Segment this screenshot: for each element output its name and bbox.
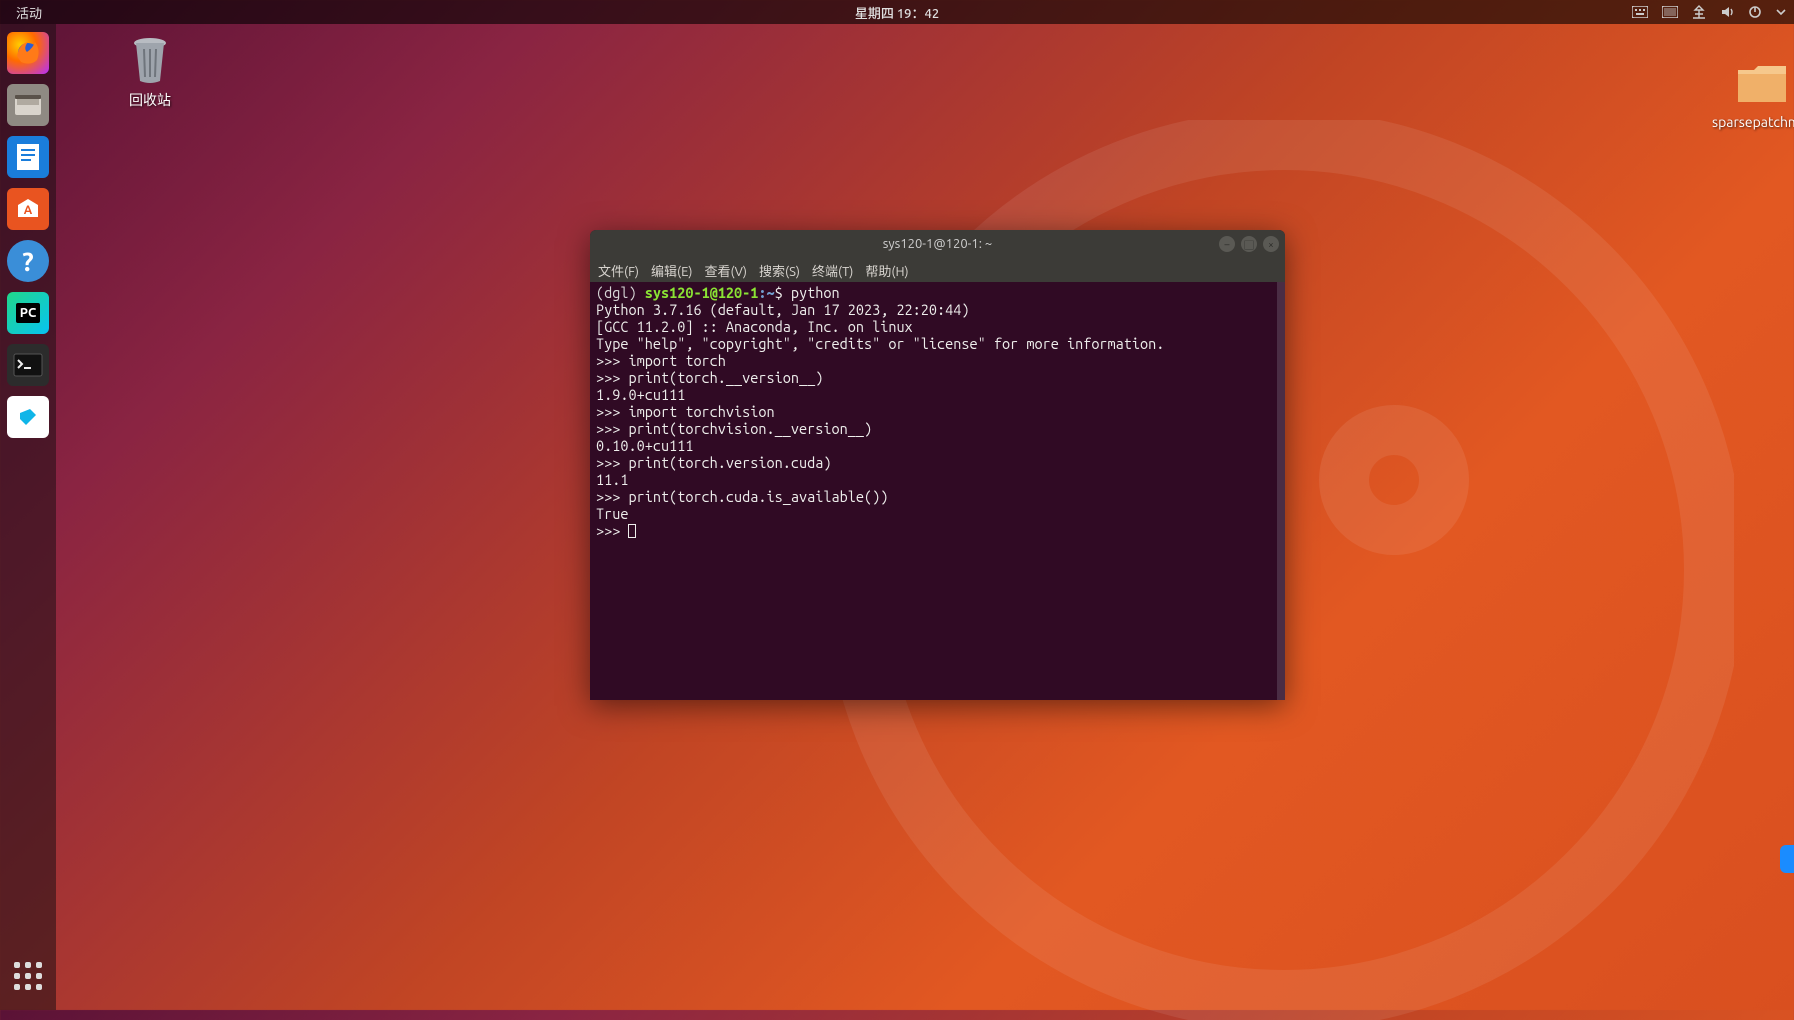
terminal-line: 0.10.0+cu111 [596,437,693,454]
desktop-folder[interactable]: sparsepatchmatch [1712,58,1794,130]
terminal-line: >>> import torch [596,352,726,369]
desktop-trash-label: 回收站 [100,90,200,110]
terminal-line: True [596,505,628,522]
terminal-line: 11.1 [596,471,628,488]
menu-search[interactable]: 搜索(S) [759,261,800,280]
terminal-line: >>> print(torchvision.__version__) [596,420,872,437]
menu-terminal[interactable]: 终端(T) [812,261,853,280]
show-applications-button[interactable] [10,958,46,994]
terminal-titlebar[interactable]: sys120-1@120-1: ~ – ▢ × [590,230,1285,258]
terminal-body[interactable]: (dgl) sys120-1@120-1:~$ python Python 3.… [590,282,1285,700]
menu-help[interactable]: 帮助(H) [865,261,908,280]
dock-app-writer[interactable] [7,136,49,178]
terminal-line: >>> [596,522,628,539]
prompt-path: :~ [758,284,774,301]
prompt-env: (dgl) [596,284,645,301]
system-tray[interactable] [1632,5,1786,19]
network-icon[interactable] [1692,5,1706,19]
prompt-user: sys120-1@120-1 [645,284,759,301]
chevron-down-icon[interactable] [1776,7,1786,17]
terminal-line: Type "help", "copyright", "credits" or "… [596,335,1164,352]
edge-tab[interactable] [1780,845,1794,873]
cursor-icon [628,524,636,538]
prompt-dollar: $ [775,284,791,301]
menu-edit[interactable]: 编辑(E) [651,261,692,280]
terminal-title: sys120-1@120-1: ~ [883,237,993,251]
maximize-button[interactable]: ▢ [1241,236,1257,252]
dock-app-terminal[interactable] [7,344,49,386]
folder-icon [1736,58,1788,110]
menu-file[interactable]: 文件(F) [598,261,639,280]
terminal-line: [GCC 11.2.0] :: Anaconda, Inc. on linux [596,318,913,335]
terminal-window[interactable]: sys120-1@120-1: ~ – ▢ × 文件(F) 编辑(E) 查看(V… [590,230,1285,700]
dock-app-firefox[interactable] [7,32,49,74]
dock-app-todesk[interactable] [7,396,49,438]
clock[interactable]: 星期四 19：42 [855,3,939,22]
dock-app-pycharm[interactable]: PC [7,292,49,334]
power-icon[interactable] [1748,5,1762,19]
dock-app-files[interactable] [7,84,49,126]
terminal-line: Python 3.7.16 (default, Jan 17 2023, 22:… [596,301,970,318]
desktop-trash[interactable]: 回收站 [100,34,200,110]
top-panel: 活动 星期四 19：42 [0,0,1794,24]
activities-button[interactable]: 活动 [8,3,50,22]
trash-icon [124,34,176,86]
volume-icon[interactable] [1720,5,1734,19]
terminal-menubar: 文件(F) 编辑(E) 查看(V) 搜索(S) 终端(T) 帮助(H) [590,258,1285,282]
prompt-command: python [791,284,840,301]
terminal-line: >>> print(torch.__version__) [596,369,823,386]
desktop-folder-label: sparsepatchmatch [1712,114,1794,130]
terminal-scrollbar[interactable] [1277,282,1285,700]
dock-app-help[interactable]: ? [7,240,49,282]
dock-app-software[interactable]: A [7,188,49,230]
keyboard2-icon[interactable] [1662,6,1678,18]
menu-view[interactable]: 查看(V) [705,261,747,280]
terminal-line: >>> import torchvision [596,403,775,420]
svg-text:A: A [24,204,33,217]
dock: A ? PC [0,24,56,1010]
terminal-line: >>> print(torch.cuda.is_available()) [596,488,888,505]
minimize-button[interactable]: – [1219,236,1235,252]
terminal-line: 1.9.0+cu111 [596,386,685,403]
close-button[interactable]: × [1263,236,1279,252]
keyboard-icon[interactable] [1632,6,1648,18]
terminal-line: >>> print(torch.version.cuda) [596,454,831,471]
